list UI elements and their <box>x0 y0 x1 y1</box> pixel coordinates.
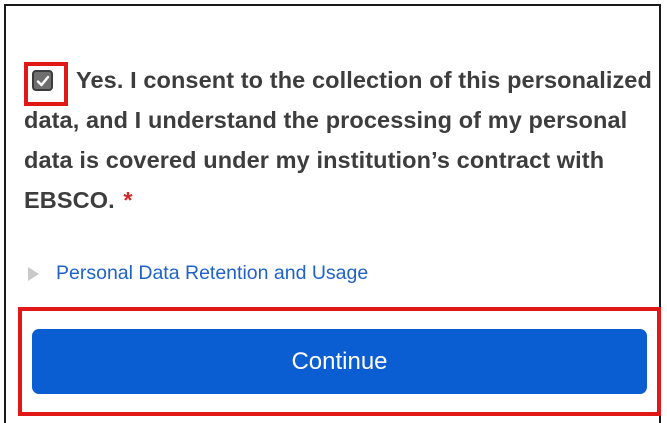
consent-text: Yes. I consent to the collection of this… <box>24 60 654 220</box>
required-asterisk: * <box>123 187 133 213</box>
triangle-right-icon <box>28 266 39 281</box>
continue-highlight: Continue <box>18 307 661 416</box>
checkmark-icon <box>36 75 49 86</box>
personal-data-disclosure[interactable]: Personal Data Retention and Usage <box>28 262 368 285</box>
consent-checkbox[interactable] <box>32 70 53 91</box>
continue-button[interactable]: Continue <box>32 329 647 394</box>
consent-statement: Yes. I consent to the collection of this… <box>24 67 652 213</box>
disclosure-label[interactable]: Personal Data Retention and Usage <box>56 262 368 285</box>
consent-block: Yes. I consent to the collection of this… <box>24 60 654 220</box>
